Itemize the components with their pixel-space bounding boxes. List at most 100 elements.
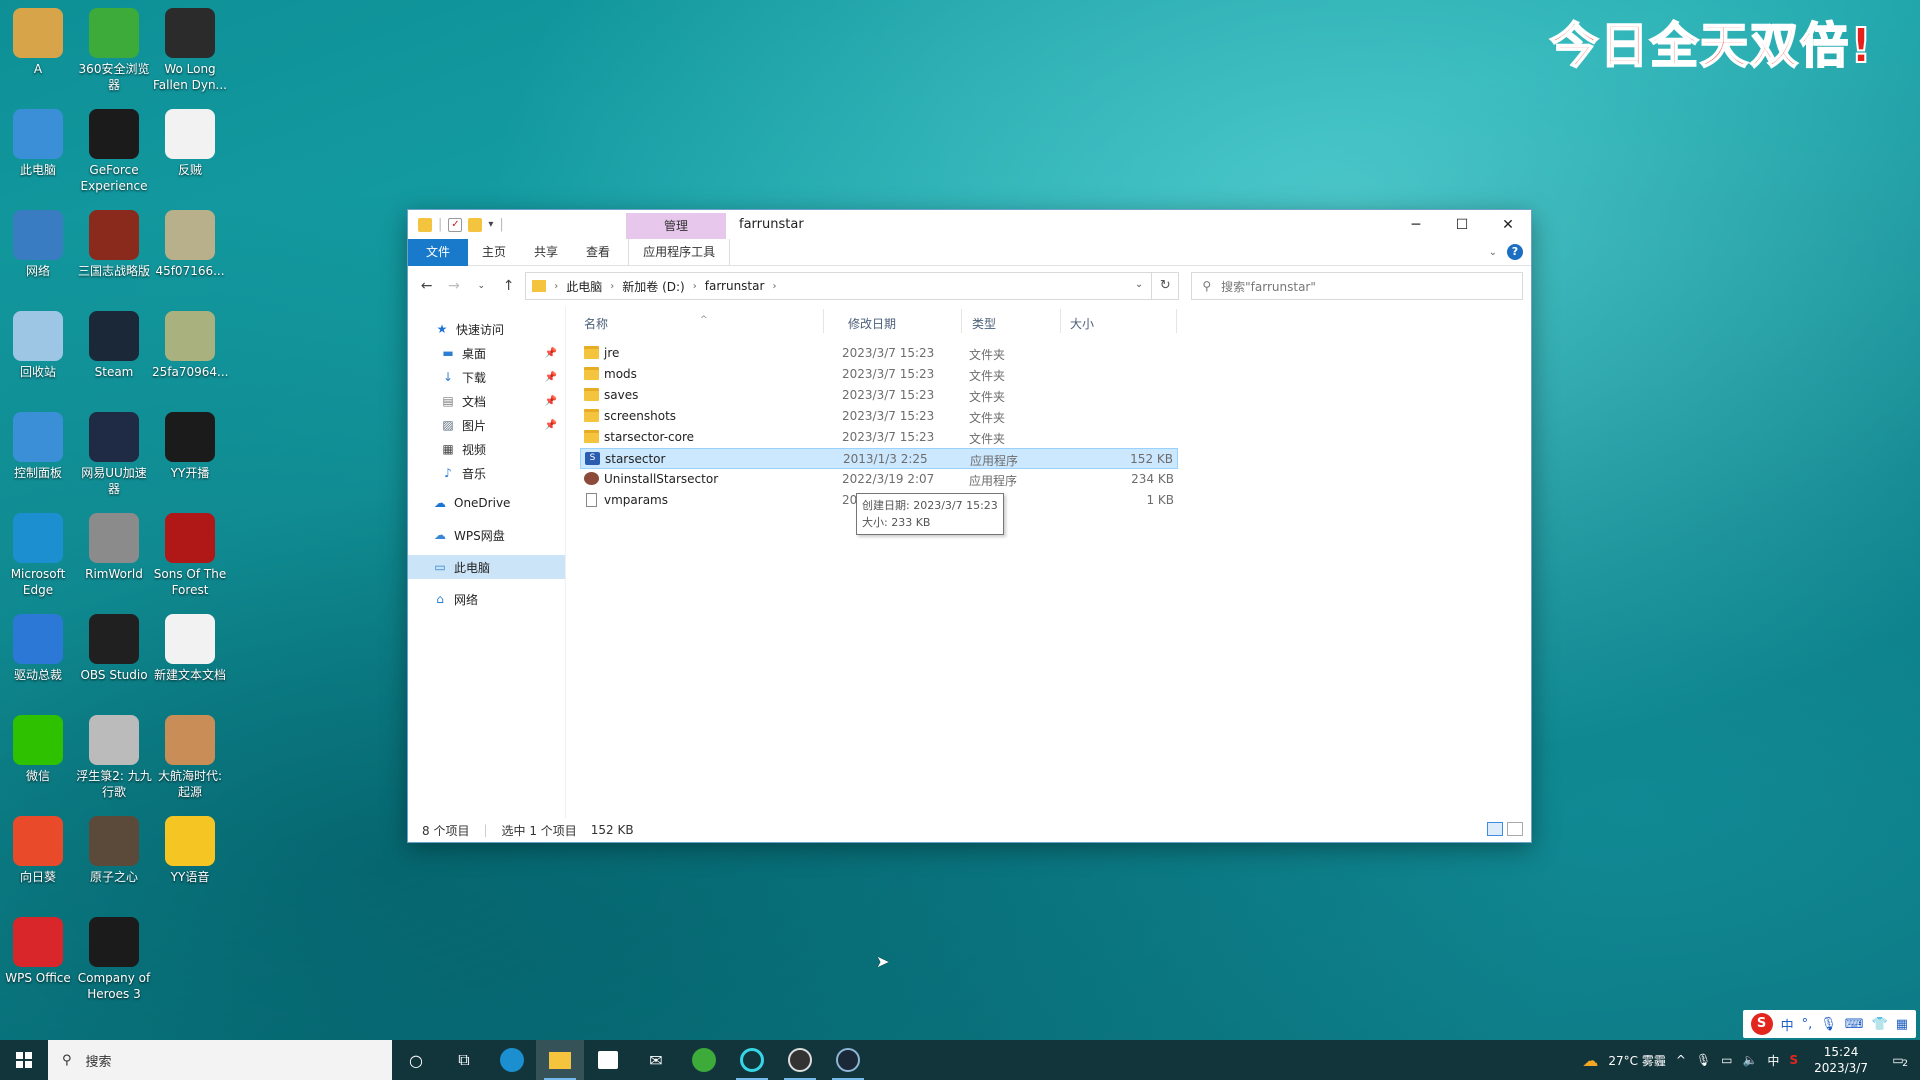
close-button[interactable]: ✕: [1485, 210, 1531, 239]
desktop-icon-driver[interactable]: 驱动总裁: [0, 610, 76, 683]
pin-icon[interactable]: 📌: [545, 348, 557, 359]
chevron-right-icon[interactable]: ›: [693, 281, 697, 292]
desktop-icon-sanguo[interactable]: 三国志战略版: [76, 206, 152, 279]
nav-this-pc[interactable]: ▭ 此电脑: [408, 555, 565, 579]
chevron-up-icon[interactable]: ^: [1676, 1053, 1686, 1067]
cortana-button[interactable]: ○: [392, 1040, 440, 1080]
ime-indicator[interactable]: 中: [1767, 1052, 1779, 1069]
up-button[interactable]: ↑: [498, 278, 519, 294]
weather-text[interactable]: 27°C 雾霾: [1608, 1052, 1665, 1069]
desktop-icon-wechat[interactable]: 微信: [0, 711, 76, 784]
file-list[interactable]: ^ 名称 修改日期 类型 大小 jre 2023/3/7 15:23 文件夹 mods…: [566, 307, 1531, 971]
desktop-icon-wolong[interactable]: Wo Long Fallen Dyn...: [152, 4, 228, 93]
taskbar-360-browser[interactable]: [680, 1040, 728, 1080]
nav-quick-item[interactable]: ▬ 桌面 📌: [408, 341, 565, 365]
taskbar-uu-accelerator[interactable]: [728, 1040, 776, 1080]
chevron-right-icon[interactable]: ›: [554, 281, 558, 292]
new-folder-icon[interactable]: [468, 217, 483, 232]
desktop-icon-network[interactable]: 网络: [0, 206, 76, 279]
taskbar-steam[interactable]: [824, 1040, 872, 1080]
tab-share[interactable]: 共享: [520, 239, 572, 266]
ime-language[interactable]: 中: [1781, 1015, 1794, 1034]
taskbar-edge[interactable]: [488, 1040, 536, 1080]
large-icons-view-button[interactable]: [1507, 822, 1523, 836]
skin-icon[interactable]: 👕: [1872, 1017, 1888, 1032]
expand-ribbon-icon[interactable]: ⌄: [1489, 247, 1497, 258]
file-name[interactable]: screenshots: [604, 409, 676, 423]
desktop-icon-360-browser[interactable]: 360安全浏览器: [76, 4, 152, 93]
file-row[interactable]: mods 2023/3/7 15:23 文件夹: [580, 364, 1178, 385]
details-view-button[interactable]: [1487, 822, 1503, 836]
pin-icon[interactable]: 📌: [545, 396, 557, 407]
desktop-icon-uncharted-waters[interactable]: 大航海时代: 起源: [152, 711, 228, 800]
desktop-icon-wps[interactable]: WPS Office: [0, 913, 76, 986]
breadcrumb-this-pc[interactable]: 此电脑: [566, 278, 602, 295]
file-name[interactable]: starsector: [605, 452, 665, 466]
nav-quick-item[interactable]: ▤ 文档 📌: [408, 389, 565, 413]
forward-button[interactable]: →: [443, 278, 464, 294]
chevron-right-icon[interactable]: ›: [610, 281, 614, 292]
desktop-icon-yy-live[interactable]: YY开播: [152, 408, 228, 481]
taskbar-store[interactable]: [584, 1040, 632, 1080]
taskbar-mail[interactable]: ✉: [632, 1040, 680, 1080]
tab-manage[interactable]: 管理: [626, 213, 726, 239]
tab-view[interactable]: 查看: [572, 239, 624, 266]
file-name[interactable]: starsector-core: [604, 430, 694, 444]
volume-icon[interactable]: 🔈: [1742, 1053, 1757, 1067]
file-name[interactable]: UninstallStarsector: [604, 472, 718, 486]
ime-toolbar[interactable]: S 中 °, 🎙 ⌨ 👕 ▦: [1742, 1010, 1916, 1038]
desktop-icon-new-text[interactable]: 新建文本文档: [152, 610, 228, 683]
tab-file[interactable]: 文件: [408, 238, 469, 266]
nav-onedrive[interactable]: ☁ OneDrive: [408, 491, 565, 515]
tab-app-tools[interactable]: 应用程序工具: [628, 238, 731, 266]
nav-wps-drive[interactable]: ☁ WPS网盘: [408, 523, 565, 547]
desktop-icon-atomic-heart[interactable]: 原子之心: [76, 812, 152, 885]
address-bar[interactable]: › 此电脑 › 新加卷 (D:) › farrunstar › ⌄: [525, 272, 1153, 300]
nav-quick-item[interactable]: ↓ 下载 📌: [408, 365, 565, 389]
search-input[interactable]: ⚲ 搜索"farrunstar": [1191, 272, 1524, 300]
file-row[interactable]: UninstallStarsector 2022/3/19 2:07 应用程序 234…: [580, 469, 1178, 490]
nav-quick-access[interactable]: ★ 快速访问: [408, 317, 565, 341]
file-name[interactable]: vmparams: [604, 493, 668, 507]
file-row[interactable]: saves 2023/3/7 15:23 文件夹: [580, 385, 1178, 406]
desktop-icon-control-panel[interactable]: 控制面板: [0, 408, 76, 481]
weather-icon[interactable]: ☁: [1582, 1051, 1598, 1070]
explorer-window[interactable]: | ✓ ▾ | 管理 farrunstar ─ ☐ ✕ 文件 主页 共享 查看 …: [407, 209, 1532, 971]
network-icon[interactable]: ▭: [1721, 1053, 1732, 1067]
desktop-icon-fushenglu[interactable]: 浮生箓2: 九九行歌: [76, 711, 152, 800]
title-bar[interactable]: | ✓ ▾ | 管理 farrunstar ─ ☐ ✕: [408, 210, 1531, 239]
recent-locations-button[interactable]: ⌄: [471, 281, 492, 291]
column-date-modified[interactable]: 修改日期: [848, 315, 896, 332]
desktop-icon-yy-voice[interactable]: YY语音: [152, 812, 228, 885]
desktop-icon-coh3[interactable]: Company of Heroes 3: [76, 913, 152, 1002]
help-icon[interactable]: ?: [1507, 244, 1523, 260]
task-view-button[interactable]: ⧉: [440, 1040, 488, 1080]
taskbar-obs[interactable]: [776, 1040, 824, 1080]
sogou-icon[interactable]: S: [1789, 1053, 1798, 1067]
desktop-icon-this-pc[interactable]: 此电脑: [0, 105, 76, 178]
grid-menu-icon[interactable]: ▦: [1896, 1017, 1908, 1032]
file-row[interactable]: Sstarsector 2013/1/3 2:25 应用程序 152 KB: [580, 448, 1178, 469]
properties-icon[interactable]: ✓: [448, 217, 463, 232]
file-row[interactable]: screenshots 2023/3/7 15:23 文件夹: [580, 406, 1178, 427]
customize-toolbar-icon[interactable]: ▾: [488, 219, 493, 230]
desktop-icon-image-file-2[interactable]: 25fa70964...: [152, 307, 228, 380]
notification-center-button[interactable]: ▭ 2: [1884, 1053, 1912, 1069]
refresh-button[interactable]: ↻: [1152, 272, 1180, 300]
pin-icon[interactable]: 📌: [545, 420, 557, 431]
clock[interactable]: 15:24 2023/3/7: [1808, 1044, 1874, 1076]
chevron-down-icon[interactable]: ⌄: [1135, 279, 1143, 290]
column-size[interactable]: 大小: [1070, 315, 1094, 332]
nav-network[interactable]: ⌂ 网络: [408, 587, 565, 611]
tab-home[interactable]: 主页: [468, 239, 520, 266]
desktop-icon-rimworld[interactable]: RimWorld: [76, 509, 152, 582]
taskbar-file-explorer[interactable]: [536, 1040, 584, 1080]
pin-icon[interactable]: 📌: [545, 372, 557, 383]
file-name[interactable]: saves: [604, 388, 638, 402]
desktop-icon-steam[interactable]: Steam: [76, 307, 152, 380]
desktop-icon-image-file[interactable]: 45f07166...: [152, 206, 228, 279]
breadcrumb-drive[interactable]: 新加卷 (D:): [622, 278, 684, 295]
desktop-icon-user-folder[interactable]: A: [0, 4, 76, 77]
desktop-icon-sons-forest[interactable]: Sons Of The Forest: [152, 509, 228, 598]
microphone-icon[interactable]: 🎙: [1696, 1053, 1711, 1067]
